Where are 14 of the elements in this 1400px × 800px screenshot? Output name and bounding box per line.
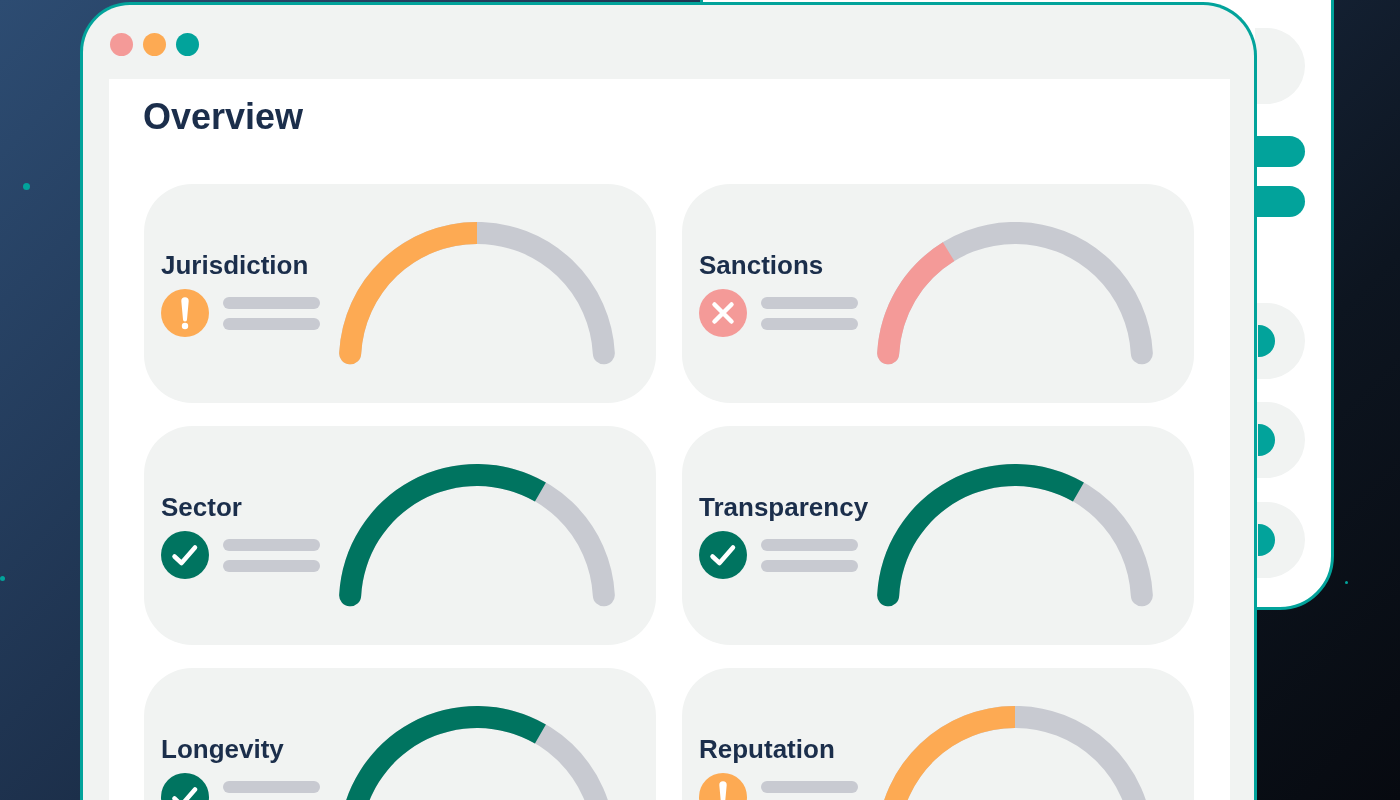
check-icon xyxy=(699,531,747,579)
card-title: Reputation xyxy=(699,734,835,764)
exclamation-icon xyxy=(161,289,209,337)
card-title: Sector xyxy=(161,492,242,522)
check-icon xyxy=(161,531,209,579)
maximize-button[interactable] xyxy=(176,32,199,56)
page-title: Overview xyxy=(143,96,304,138)
card-title: Transparency xyxy=(699,492,869,522)
close-button[interactable] xyxy=(110,32,133,56)
card-title: Longevity xyxy=(161,734,284,764)
minimize-button[interactable] xyxy=(143,32,166,56)
card-title: Sanctions xyxy=(699,250,824,280)
cross-icon xyxy=(699,289,747,337)
card-title: Jurisdiction xyxy=(161,250,309,280)
